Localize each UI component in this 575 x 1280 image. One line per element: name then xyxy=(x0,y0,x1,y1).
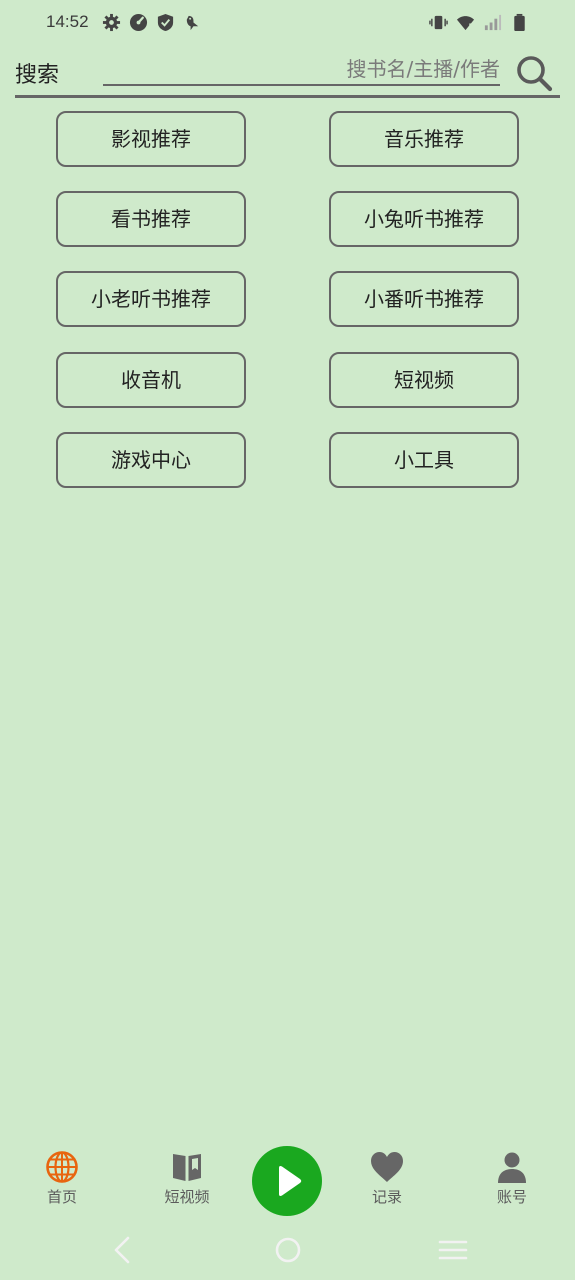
category-button-lao-audiobook[interactable]: 小老听书推荐 xyxy=(56,271,246,327)
nav-label-account: 账号 xyxy=(496,1188,527,1206)
home-circle-icon xyxy=(275,1237,301,1263)
category-button-radio[interactable]: 收音机 xyxy=(56,352,246,408)
shield-icon xyxy=(157,13,174,32)
status-bar: 14:52 xyxy=(0,0,575,48)
category-button-books[interactable]: 看书推荐 xyxy=(56,191,246,247)
bird-icon xyxy=(186,15,199,31)
category-button-short-video[interactable]: 短视频 xyxy=(329,352,519,408)
nav-label-short-video: 短视频 xyxy=(164,1188,210,1206)
search-button[interactable] xyxy=(512,52,556,96)
nav-label-home: 首页 xyxy=(46,1188,77,1206)
heart-icon xyxy=(371,1152,403,1182)
vibrate-icon xyxy=(429,15,448,30)
nav-item-account[interactable]: 账号 xyxy=(467,1150,557,1214)
battery-icon xyxy=(514,13,525,32)
back-chevron-icon xyxy=(114,1236,130,1264)
search-bar: 搜索 xyxy=(0,50,575,100)
status-time: 14:52 xyxy=(46,12,89,31)
search-input[interactable] xyxy=(103,54,500,86)
nav-item-short-video[interactable]: 短视频 xyxy=(142,1150,232,1214)
search-icon xyxy=(517,55,553,91)
system-back-button[interactable] xyxy=(102,1234,142,1266)
search-divider xyxy=(15,95,560,98)
category-button-game-center[interactable]: 游戏中心 xyxy=(56,432,246,488)
play-icon xyxy=(279,1166,302,1196)
menu-lines-icon xyxy=(438,1240,468,1260)
nav-item-history[interactable]: 记录 xyxy=(342,1150,432,1214)
status-left-icons xyxy=(102,13,202,32)
user-icon xyxy=(498,1152,526,1183)
nav-label-history: 记录 xyxy=(371,1188,402,1206)
book-icon xyxy=(173,1154,201,1181)
globe-icon xyxy=(46,1151,78,1183)
system-nav-bar xyxy=(0,1228,575,1272)
category-button-music[interactable]: 音乐推荐 xyxy=(329,111,519,167)
status-right-icons xyxy=(429,13,529,32)
signal-icon xyxy=(484,14,502,31)
category-button-fan-audiobook[interactable]: 小番听书推荐 xyxy=(329,271,519,327)
nav-item-home[interactable]: 首页 xyxy=(17,1150,107,1214)
system-home-button[interactable] xyxy=(268,1234,308,1266)
gear-icon xyxy=(102,13,121,32)
system-menu-button[interactable] xyxy=(433,1234,473,1266)
play-button[interactable] xyxy=(252,1146,322,1216)
category-button-rabbit-audiobook[interactable]: 小兔听书推荐 xyxy=(329,191,519,247)
bottom-nav: 首页 短视频 记录 账号 xyxy=(0,1140,575,1220)
search-label: 搜索 xyxy=(15,63,60,88)
speedometer-icon xyxy=(129,13,148,32)
category-button-tools[interactable]: 小工具 xyxy=(329,432,519,488)
wifi-icon xyxy=(456,16,475,31)
category-button-movie[interactable]: 影视推荐 xyxy=(56,111,246,167)
